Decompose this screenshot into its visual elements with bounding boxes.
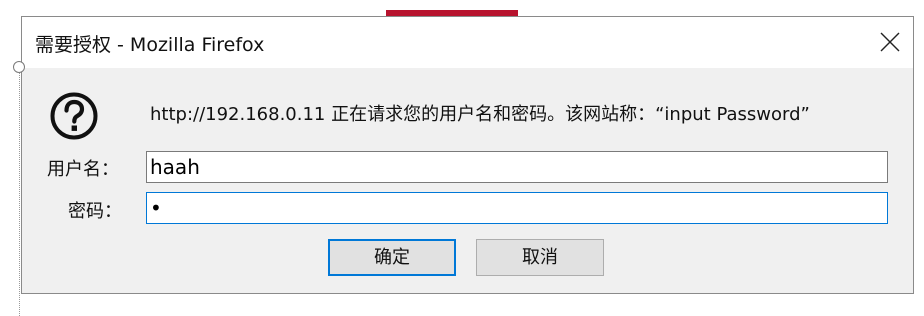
auth-dialog: 需要授权 - Mozilla Firefox http://192.168.0.… [21,16,914,294]
close-button[interactable] [867,17,913,68]
background-dotted-guide [19,68,20,316]
close-icon [880,32,900,52]
dialog-titlebar: 需要授权 - Mozilla Firefox [22,17,913,68]
auth-message: http://192.168.0.11 正在请求您的用户名和密码。该网站称：“i… [150,104,810,125]
ok-button[interactable]: 确定 [328,239,456,276]
resize-handle[interactable] [13,61,25,73]
dialog-title: 需要授权 - Mozilla Firefox [35,34,265,56]
password-input[interactable] [146,192,888,224]
password-label: 密码： [68,201,122,222]
question-circle-icon [50,92,98,140]
username-label: 用户名： [47,159,119,180]
cancel-button[interactable]: 取消 [476,239,604,276]
username-input[interactable] [146,151,888,183]
